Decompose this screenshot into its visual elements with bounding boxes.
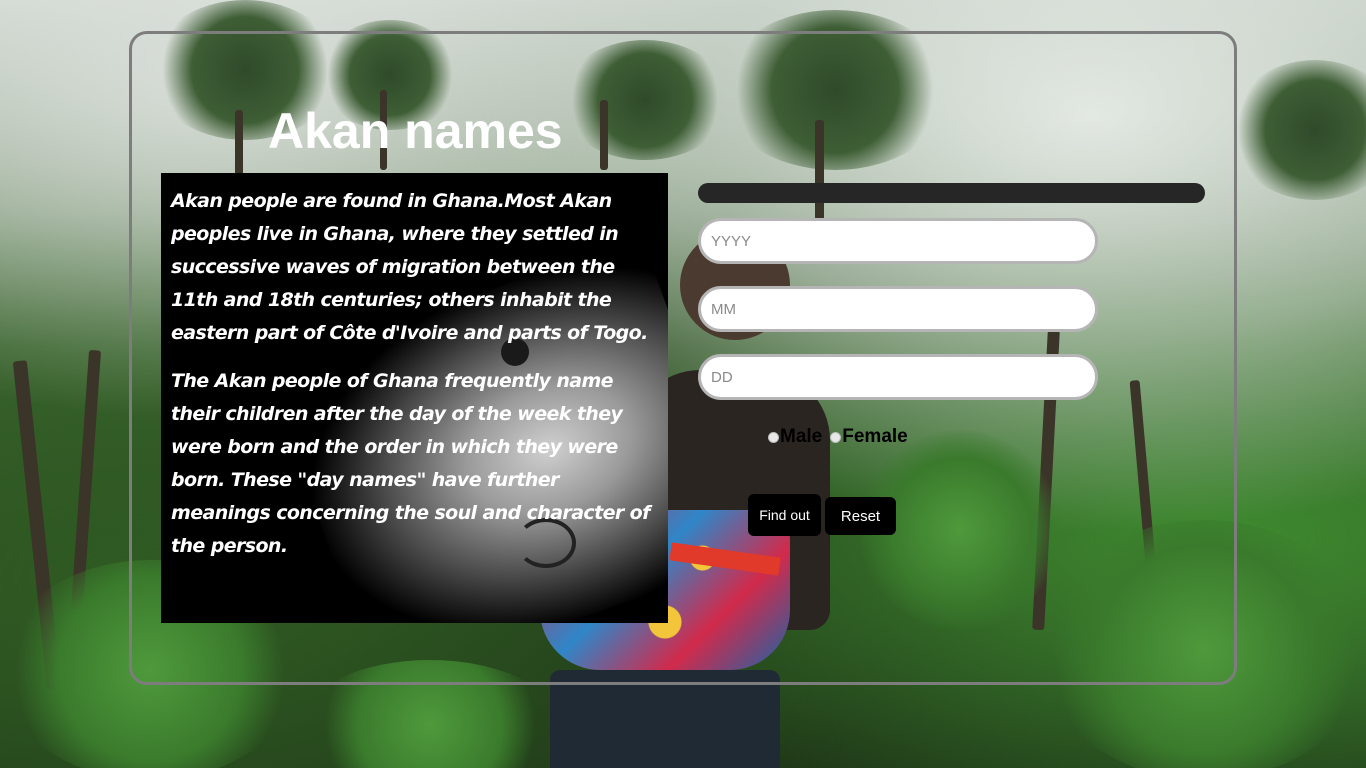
male-label: Male	[780, 426, 823, 447]
gender-option-male[interactable]: Male	[768, 426, 822, 448]
gender-options: Male Female	[768, 426, 916, 448]
page-title: Akan names	[268, 103, 563, 159]
female-label: Female	[842, 426, 908, 447]
reset-button[interactable]: Reset	[825, 497, 896, 535]
info-text: Akan people are found in Ghana.Most Akan…	[161, 173, 668, 563]
day-input[interactable]	[698, 354, 1098, 400]
info-panel: Akan people are found in Ghana.Most Akan…	[161, 173, 668, 623]
info-paragraph-1: Akan people are found in Ghana.Most Akan…	[171, 190, 648, 344]
month-input[interactable]	[698, 286, 1098, 332]
form-header-bar	[698, 183, 1205, 203]
gender-option-female[interactable]: Female	[830, 426, 908, 448]
find-out-button[interactable]: Find out	[748, 494, 821, 536]
info-paragraph-2: The Akan people of Ghana frequently name…	[171, 370, 650, 557]
year-input[interactable]	[698, 218, 1098, 264]
female-radio[interactable]	[830, 431, 842, 443]
male-radio[interactable]	[768, 431, 779, 443]
